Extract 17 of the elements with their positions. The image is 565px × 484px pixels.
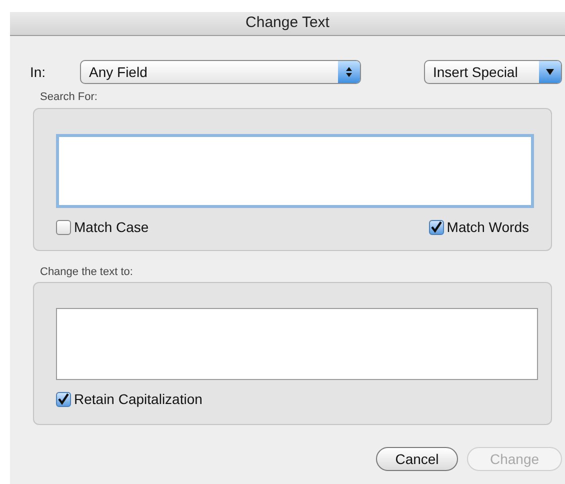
scope-popup[interactable]: Any Field — [80, 60, 361, 84]
checkbox-label: Match Case — [74, 218, 149, 236]
checkbox-label: Retain Capitalization — [74, 390, 202, 409]
group-label: Change the text to: — [40, 264, 134, 280]
checkbox-label: Match Words — [446, 218, 529, 236]
stepper-icon — [338, 61, 360, 83]
dropdown-icon — [539, 61, 561, 83]
window-title: Change Text — [246, 13, 330, 34]
checkbox[interactable] — [56, 220, 71, 234]
dialog-button[interactable]: Cancel — [376, 447, 458, 471]
checkbox[interactable] — [428, 220, 444, 234]
group-label: Search For: — [40, 90, 98, 105]
insert-special-popup[interactable]: Insert Special — [424, 60, 562, 84]
replacement-field[interactable] — [56, 308, 538, 380]
checkbox[interactable] — [56, 392, 71, 407]
search-field[interactable] — [56, 134, 534, 208]
scope-label: In: — [30, 62, 47, 82]
